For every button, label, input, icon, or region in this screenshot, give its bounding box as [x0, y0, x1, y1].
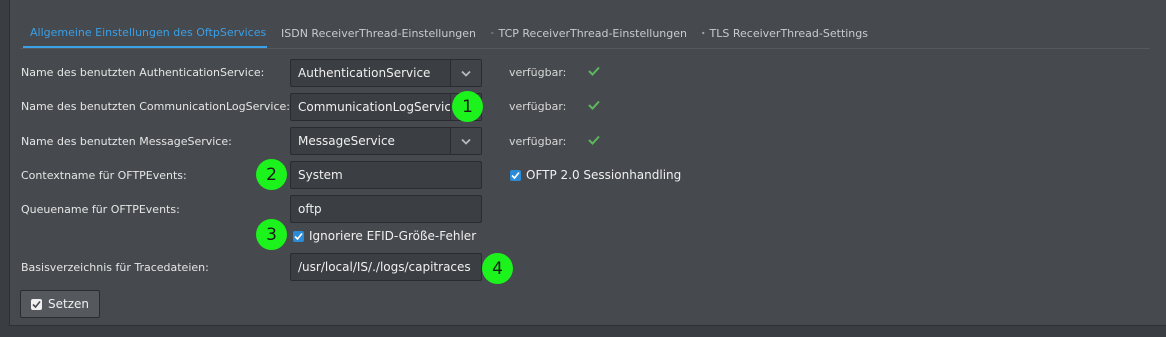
annotation-badge-2: 2 [256, 159, 287, 190]
message-service-label: Name des benutzten MessageService: [21, 135, 232, 148]
annotation-badge-4: 4 [482, 253, 513, 284]
checkmark-icon [588, 100, 600, 110]
message-status-label: verfügbar: [509, 135, 567, 148]
auth-service-label: Name des benutzten AuthenticationService… [21, 66, 265, 79]
tab-general-settings[interactable]: Allgemeine Einstellungen des OftpService… [23, 18, 267, 48]
queue-name-value: oftp [298, 202, 322, 216]
gear-icon [702, 31, 705, 35]
queue-name-label: Queuename für OFTPEvents: [21, 203, 180, 216]
session-handling-label: OFTP 2.0 Sessionhandling [526, 168, 682, 182]
auth-service-select[interactable]: AuthenticationService [290, 59, 482, 87]
tab-label: TLS ReceiverThread-Settings [709, 26, 868, 40]
commlog-status-label: verfügbar: [509, 100, 567, 113]
message-service-select[interactable]: MessageService [290, 127, 482, 155]
context-name-input[interactable]: System [290, 161, 482, 189]
setzen-button[interactable]: Setzen [20, 290, 100, 318]
trace-dir-label: Basisverzeichnis für Tracedateien: [21, 261, 209, 274]
check-square-icon [31, 298, 42, 310]
annotation-badge-3: 3 [256, 219, 287, 250]
auth-status-label: verfügbar: [509, 66, 567, 79]
trace-dir-input[interactable]: /usr/local/IS/./logs/capitraces [290, 253, 482, 281]
tab-divider [20, 48, 1150, 49]
ignore-efid-label: Ignoriere EFID-Größe-Fehler [309, 229, 477, 243]
arrows-horizontal-icon [491, 32, 494, 34]
context-name-label: Contextname für OFTPEvents: [21, 169, 187, 182]
tab-label: Allgemeine Einstellungen des OftpService… [30, 25, 267, 39]
chevron-down-icon[interactable] [450, 60, 481, 86]
checkmark-icon [588, 135, 600, 145]
checkmark-icon [588, 66, 600, 76]
tab-isdn-receiver[interactable]: ISDN ReceiverThread-Einstellungen [274, 18, 477, 48]
message-service-value: MessageService [298, 134, 395, 148]
queue-name-input[interactable]: oftp [290, 195, 482, 223]
trace-dir-value: /usr/local/IS/./logs/capitraces [298, 260, 471, 274]
auth-service-value: AuthenticationService [298, 66, 431, 80]
tab-tls-receiver[interactable]: TLS ReceiverThread-Settings [700, 18, 870, 48]
checkbox-checked-icon[interactable] [293, 230, 304, 242]
checkbox-checked-icon[interactable] [510, 169, 521, 181]
context-name-value: System [298, 168, 343, 182]
tab-label: TCP ReceiverThread-Einstellungen [498, 26, 687, 40]
session-handling-checkbox[interactable]: OFTP 2.0 Sessionhandling [510, 168, 681, 182]
ignore-efid-checkbox[interactable]: Ignoriere EFID-Größe-Fehler [293, 229, 476, 243]
commlog-service-label: Name des benutzten CommunicationLogServi… [21, 100, 290, 113]
setzen-button-label: Setzen [48, 297, 89, 311]
chevron-down-icon[interactable] [450, 128, 481, 154]
annotation-badge-1: 1 [452, 91, 483, 122]
tab-tcp-receiver[interactable]: TCP ReceiverThread-Einstellungen [489, 18, 689, 48]
tab-label: ISDN ReceiverThread-Einstellungen [281, 26, 477, 40]
tab-bar: Allgemeine Einstellungen des OftpService… [10, 0, 1150, 50]
commlog-service-value: CommunicationLogService [298, 100, 459, 114]
